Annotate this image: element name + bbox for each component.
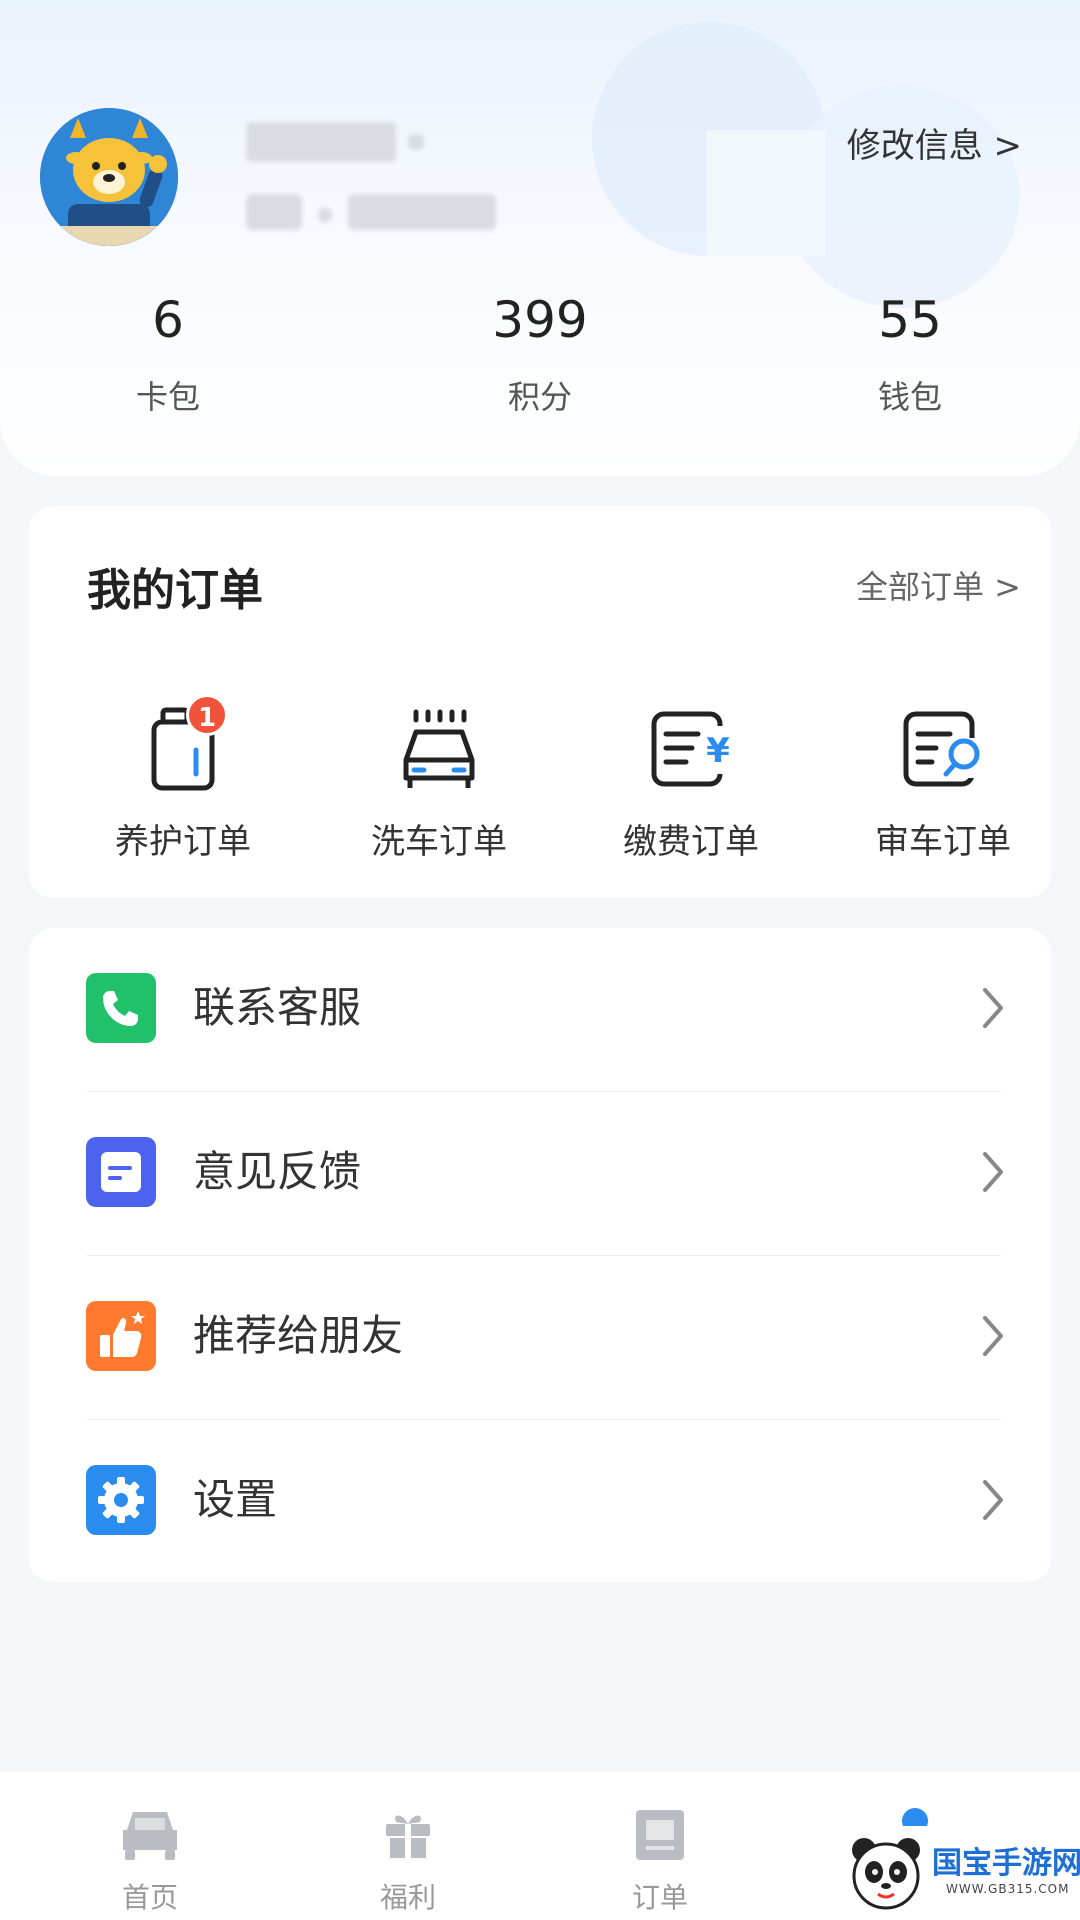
gift-icon bbox=[338, 1806, 478, 1866]
redacted-phone bbox=[318, 208, 332, 222]
order-label: 养护订单 bbox=[115, 822, 251, 862]
chevron-right-icon bbox=[981, 986, 1005, 1034]
tab-home[interactable]: 首页 bbox=[80, 1806, 220, 1916]
redacted-phone bbox=[246, 194, 302, 230]
stat-label: 积分 bbox=[507, 378, 572, 416]
menu-card: 联系客服 意见反馈 推荐给朋友 设置 bbox=[29, 928, 1051, 1582]
feedback-icon bbox=[86, 1137, 156, 1207]
redacted-username-tag bbox=[408, 134, 424, 150]
my-orders-card: 我的订单 全部订单 > 1 养护订单 洗车订单 ¥ 缴费订单 审车订单 bbox=[29, 506, 1051, 898]
stat-value: 6 bbox=[152, 291, 184, 349]
avatar[interactable] bbox=[40, 108, 178, 246]
stat-card-pack[interactable]: 6 卡包 bbox=[68, 290, 268, 418]
oil-can-icon: 1 bbox=[138, 694, 228, 794]
stat-value: 399 bbox=[492, 291, 588, 349]
redacted-username bbox=[246, 122, 396, 162]
watermark: 国宝手游网 WWW.GB315.COM bbox=[828, 1826, 1080, 1920]
phone-icon bbox=[86, 973, 156, 1043]
watermark-text: 国宝手游网 bbox=[932, 1846, 1080, 1881]
chevron-right-icon bbox=[981, 1150, 1005, 1198]
order-icon bbox=[590, 1806, 730, 1866]
order-inspection[interactable]: 审车订单 bbox=[853, 704, 1033, 863]
order-payment[interactable]: ¥ 缴费订单 bbox=[601, 704, 781, 863]
chevron-right-icon bbox=[981, 1478, 1005, 1526]
thumbs-up-icon bbox=[86, 1301, 156, 1371]
menu-label: 设置 bbox=[193, 1475, 278, 1524]
payment-bill-icon: ¥ bbox=[646, 704, 736, 794]
menu-label: 联系客服 bbox=[193, 983, 362, 1032]
deer-mascot-icon bbox=[40, 108, 178, 246]
menu-label: 意见反馈 bbox=[193, 1147, 362, 1196]
menu-item-feedback[interactable]: 意见反馈 bbox=[29, 1092, 1051, 1252]
watermark-url: WWW.GB315.COM bbox=[946, 1882, 1070, 1896]
stat-label: 卡包 bbox=[135, 378, 200, 416]
all-orders-link[interactable]: 全部订单 > bbox=[856, 562, 1021, 608]
svg-text:¥: ¥ bbox=[706, 731, 730, 771]
orders-title: 我的订单 bbox=[87, 565, 263, 616]
tab-label: 订单 bbox=[631, 1881, 688, 1914]
tab-label: 福利 bbox=[379, 1881, 436, 1914]
order-label: 审车订单 bbox=[875, 822, 1011, 862]
gear-icon bbox=[86, 1465, 156, 1535]
panda-logo-icon bbox=[852, 1838, 920, 1910]
stat-value: 55 bbox=[878, 291, 942, 349]
menu-item-customer-service[interactable]: 联系客服 bbox=[29, 928, 1051, 1088]
car-wash-icon bbox=[394, 704, 484, 794]
stat-points[interactable]: 399 积分 bbox=[440, 290, 640, 418]
chevron-right-icon bbox=[981, 1314, 1005, 1362]
menu-label: 推荐给朋友 bbox=[193, 1311, 404, 1360]
decorative-shape bbox=[706, 130, 826, 256]
order-badge: 1 bbox=[186, 694, 228, 736]
redacted-phone bbox=[348, 194, 496, 230]
tab-orders[interactable]: 订单 bbox=[590, 1806, 730, 1916]
tab-label: 首页 bbox=[121, 1881, 178, 1914]
profile-header: 修改信息 > 6 卡包 399 积分 55 钱包 bbox=[0, 0, 1080, 476]
order-label: 缴费订单 bbox=[623, 822, 759, 862]
order-car-wash[interactable]: 洗车订单 bbox=[349, 704, 529, 863]
tab-welfare[interactable]: 福利 bbox=[338, 1806, 478, 1916]
menu-item-settings[interactable]: 设置 bbox=[29, 1420, 1051, 1580]
menu-item-recommend[interactable]: 推荐给朋友 bbox=[29, 1256, 1051, 1416]
order-label: 洗车订单 bbox=[371, 822, 507, 862]
edit-info-link[interactable]: 修改信息 > bbox=[847, 118, 1022, 167]
order-maintenance[interactable]: 1 养护订单 bbox=[93, 694, 273, 863]
car-icon bbox=[80, 1806, 220, 1866]
inspection-search-icon bbox=[898, 704, 988, 794]
stat-wallet[interactable]: 55 钱包 bbox=[810, 290, 1010, 418]
stat-label: 钱包 bbox=[877, 378, 942, 416]
